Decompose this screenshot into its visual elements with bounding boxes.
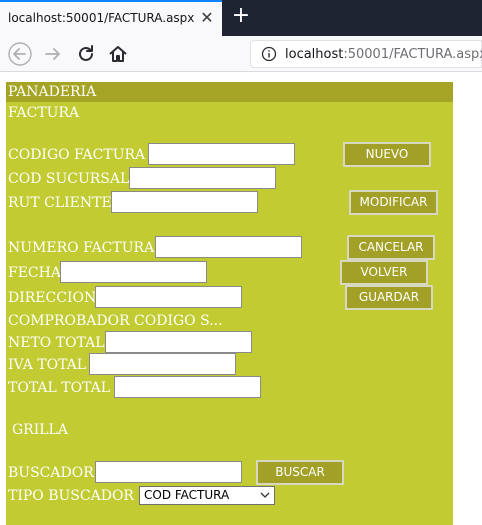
buscador-label: BUSCADOR (8, 465, 94, 481)
reload-icon[interactable] (74, 42, 98, 66)
numero-factura-label: NUMERO FACTURA (8, 240, 155, 256)
fecha-label: FECHA (8, 265, 61, 281)
tipo-buscador-select[interactable]: COD FACTURA (139, 486, 275, 505)
page-panel: PANADERIA FACTURA CODIGO FACTURA NUEVO C… (6, 82, 453, 525)
cod-sucursal-label: COD SUCURSAL (8, 171, 130, 187)
direccion-input[interactable] (95, 286, 242, 308)
close-icon[interactable]: ✕ (198, 9, 216, 27)
url-host: localhost (285, 47, 344, 62)
page-title: FACTURA (8, 105, 80, 121)
header-title: PANADERIA (8, 84, 97, 100)
tab-title: localhost:50001/FACTURA.aspx (8, 11, 195, 25)
neto-total-label: NETO TOTAL (8, 335, 105, 351)
new-tab-icon[interactable]: + (230, 5, 252, 27)
browser-tab-bar: localhost:50001/FACTURA.aspx ✕ + (0, 0, 482, 36)
total-total-input[interactable] (114, 376, 261, 398)
codigo-factura-label: CODIGO FACTURA (8, 147, 146, 163)
guardar-button[interactable]: GUARDAR (345, 285, 433, 310)
grilla-label: GRILLA (12, 422, 68, 438)
codigo-factura-input[interactable] (148, 143, 295, 165)
buscador-input[interactable] (95, 461, 242, 483)
neto-total-input[interactable] (105, 331, 252, 353)
cancelar-button[interactable]: CANCELAR (347, 235, 435, 260)
browser-nav-bar: localhost:50001/FACTURA.aspx (0, 36, 482, 72)
numero-factura-input[interactable] (155, 236, 302, 258)
modificar-button[interactable]: MODIFICAR (349, 190, 438, 215)
chevron-down-icon (260, 488, 270, 502)
rut-cliente-input[interactable] (111, 191, 258, 213)
total-total-label: TOTAL TOTAL (8, 380, 111, 396)
info-icon[interactable] (261, 46, 277, 62)
direccion-label: DIRECCION (8, 290, 97, 306)
fecha-input[interactable] (60, 261, 207, 283)
header-strip: PANADERIA (6, 82, 453, 102)
url-text: localhost:50001/FACTURA.aspx (285, 47, 482, 62)
buscar-button[interactable]: BUSCAR (256, 460, 344, 485)
volver-button[interactable]: VOLVER (340, 260, 428, 285)
forward-arrow-icon[interactable] (41, 42, 65, 66)
back-arrow-icon[interactable] (8, 42, 32, 66)
url-bar[interactable]: localhost:50001/FACTURA.aspx (250, 40, 482, 68)
iva-total-label: IVA TOTAL (8, 357, 87, 373)
browser-tab[interactable]: localhost:50001/FACTURA.aspx ✕ (0, 0, 222, 36)
url-path: :50001/FACTURA.aspx (343, 47, 482, 62)
iva-total-input[interactable] (89, 353, 236, 375)
tipo-buscador-value: COD FACTURA (144, 488, 230, 502)
comprobador-label: COMPROBADOR CODIGO S... (8, 313, 223, 329)
nuevo-button[interactable]: NUEVO (343, 142, 431, 167)
rut-cliente-label: RUT CLIENTE (8, 195, 112, 211)
home-icon[interactable] (106, 42, 130, 66)
tipo-buscador-label: TIPO BUSCADOR (8, 488, 134, 504)
cod-sucursal-input[interactable] (129, 167, 276, 189)
